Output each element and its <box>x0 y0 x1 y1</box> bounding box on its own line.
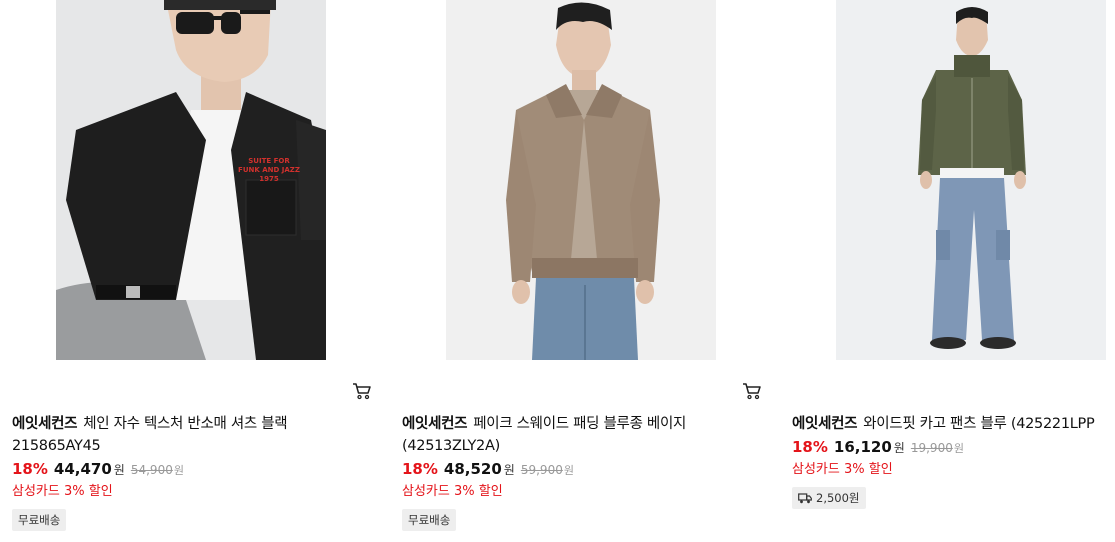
badge-label: 무료배송 <box>18 513 61 527</box>
svg-text:SUITE FOR: SUITE FOR <box>248 157 290 165</box>
original-price: 19,900 <box>910 441 953 455</box>
price-row: 18% 44,470 원 54,900 원 <box>12 460 184 478</box>
original-price: 54,900 <box>130 463 173 477</box>
cart-icon[interactable] <box>352 382 372 400</box>
currency: 원 <box>503 463 515 477</box>
original-currency: 원 <box>563 464 574 477</box>
product-grid: SUITE FOR FUNK AND JAZZ 1975 에잇세컨즈 체인 자수 … <box>0 0 1115 542</box>
product-card[interactable]: 에잇세컨즈 와이드핏 카고 팬츠 블루 (425221LPP 18% 16,120… <box>792 0 1115 542</box>
currency: 원 <box>113 463 125 477</box>
price-row: 18% 48,520 원 59,900 원 <box>402 460 574 478</box>
original-currency: 원 <box>953 442 964 455</box>
brand-name: 에잇세컨즈 <box>12 416 78 432</box>
sale-price: 48,520 <box>443 460 502 478</box>
product-title[interactable]: 에잇세컨즈 체인 자수 텍스처 반소매 셔츠 블랙 215865AY45 <box>12 413 332 457</box>
product-card[interactable]: 에잇세컨즈 페이크 스웨이드 패딩 블루종 베이지 (42513ZLY2A) 18… <box>402 0 761 542</box>
cart-icon[interactable] <box>742 382 762 400</box>
product-title[interactable]: 에잇세컨즈 와이드핏 카고 팬츠 블루 (425221LPP <box>792 413 1115 435</box>
price-row: 18% 16,120 원 19,900 원 <box>792 438 964 456</box>
sale-price: 16,120 <box>833 438 892 456</box>
badge-label: 무료배송 <box>408 513 451 527</box>
product-title[interactable]: 에잇세컨즈 페이크 스웨이드 패딩 블루종 베이지 (42513ZLY2A) <box>402 413 722 457</box>
card-promo: 삼성카드 3% 할인 <box>402 484 503 499</box>
currency: 원 <box>893 441 905 455</box>
truck-icon <box>798 492 812 503</box>
card-promo: 삼성카드 3% 할인 <box>12 484 113 499</box>
product-image[interactable] <box>446 0 716 360</box>
product-image[interactable]: SUITE FOR FUNK AND JAZZ 1975 <box>56 0 326 360</box>
free-shipping-badge: 무료배송 <box>402 509 457 531</box>
original-price: 59,900 <box>520 463 563 477</box>
product-image[interactable] <box>836 0 1106 360</box>
svg-text:1975: 1975 <box>259 175 279 183</box>
free-shipping-badge: 무료배송 <box>12 509 67 531</box>
product-card[interactable]: SUITE FOR FUNK AND JAZZ 1975 에잇세컨즈 체인 자수 … <box>12 0 371 542</box>
badge-label: 2,500원 <box>816 491 860 505</box>
brand-name: 에잇세컨즈 <box>402 416 468 432</box>
card-promo: 삼성카드 3% 할인 <box>792 462 893 477</box>
discount-rate: 18% <box>402 460 438 478</box>
original-currency: 원 <box>173 464 184 477</box>
discount-rate: 18% <box>792 438 828 456</box>
svg-text:FUNK AND JAZZ: FUNK AND JAZZ <box>238 166 300 174</box>
sale-price: 44,470 <box>53 460 112 478</box>
shipping-fee-badge: 2,500원 <box>792 487 866 509</box>
product-name: 와이드핏 카고 팬츠 블루 (425221LPP <box>863 416 1095 432</box>
brand-name: 에잇세컨즈 <box>792 416 858 432</box>
discount-rate: 18% <box>12 460 48 478</box>
